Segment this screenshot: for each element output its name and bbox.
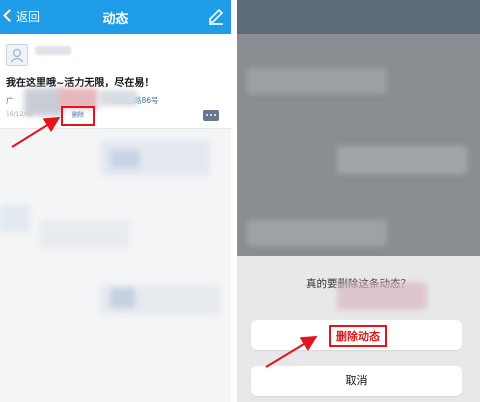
blurred-region: [247, 68, 387, 94]
blurred-region: [110, 288, 135, 308]
dimmed-feed: [237, 34, 480, 256]
page-title: 动态: [102, 12, 129, 27]
action-sheet: 真的要删除这条动态？ 删除动态 取消: [237, 256, 480, 402]
blurred-region: [98, 90, 138, 106]
nav-bar: 返回 动态: [0, 0, 231, 34]
comment-bubble-icon[interactable]: [203, 110, 219, 121]
delete-post-link[interactable]: 删除: [61, 106, 95, 126]
avatar[interactable]: [6, 44, 28, 66]
delete-post-button[interactable]: 删除动态: [251, 320, 462, 350]
post-text: 我在这里哦~活力无限，尽在易！: [6, 78, 155, 89]
blurred-region: [337, 282, 427, 310]
blurred-region: [110, 150, 140, 168]
nav-bar-dimmed: [237, 0, 480, 34]
blurred-region: [0, 205, 30, 233]
blurred-region: [337, 146, 467, 174]
location-prefix: 广: [6, 96, 14, 105]
blurred-region: [40, 220, 130, 248]
delete-confirm-screen: 真的要删除这条动态？ 删除动态 取消: [237, 0, 480, 402]
username-blurred: [35, 46, 71, 55]
blurred-region: [247, 220, 387, 246]
user-icon: [10, 48, 24, 63]
moments-screen: 返回 动态 我在这里哦~活力无限，尽在易！ 广南坛西路86号 16/12/06 …: [0, 0, 231, 402]
pencil-icon[interactable]: [207, 8, 225, 26]
cancel-button[interactable]: 取消: [251, 366, 462, 396]
post-card: 我在这里哦~活力无限，尽在易！ 广南坛西路86号 16/12/06 删除: [0, 34, 231, 129]
delete-post-label: 删除动态: [329, 325, 387, 347]
